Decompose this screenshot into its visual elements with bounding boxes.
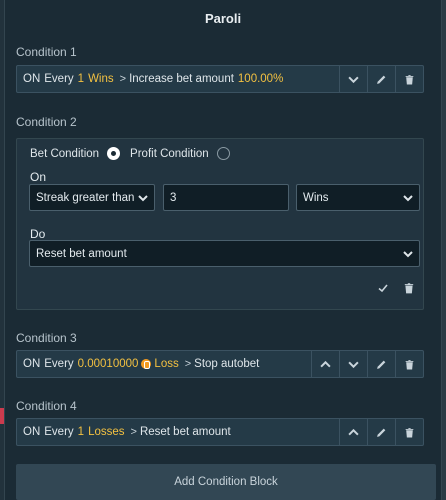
condition-4-bar[interactable]: ON Every 1 Losses > Reset bet amount [16,418,424,446]
on-trigger-select[interactable]: Streak greater than [29,184,155,211]
on-label: On [30,170,47,184]
condition-2-label: Condition 2 [16,115,77,129]
condition-4-summary: ON Every 1 Losses > Reset bet amount [17,426,339,438]
delete-button[interactable] [395,419,423,445]
trash-icon [405,359,414,369]
editor-actions [377,282,415,297]
condition-1-bar[interactable]: ON Every 1 Wins > Increase bet amount 10… [16,65,424,93]
bet-condition-radio[interactable] [107,147,121,160]
confirm-button[interactable] [377,282,389,297]
modal-title: Paroli [204,11,242,26]
chevron-right-icon: > [184,358,192,370]
move-down-button[interactable] [339,351,367,377]
count-text: 1 [77,426,85,438]
trash-icon [405,427,414,437]
on-text: ON [23,426,41,438]
paroli-modal: Paroli Condition 1 ON Every 1 Wins > Inc… [4,0,442,500]
condition-2-editor: Bet Condition Profit Condition On Streak… [16,138,424,310]
streak-count-value: 3 [170,191,177,204]
delete-button[interactable] [403,282,415,297]
check-icon [378,284,388,293]
add-condition-block-button[interactable]: Add Condition Block [16,464,436,500]
chevron-down-icon [348,361,359,368]
trash-icon [404,283,414,294]
pencil-icon [377,428,386,437]
condition-3-label: Condition 3 [16,331,77,345]
pencil-icon [377,75,386,84]
profit-condition-label: Profit Condition [130,147,209,160]
every-text: Every [44,73,74,85]
chevron-down-icon [348,76,359,83]
edit-button[interactable] [367,419,395,445]
on-trigger-value: Streak greater than [36,191,135,204]
condition-type-radios: Bet Condition Profit Condition [30,147,240,160]
collapse-button[interactable] [339,66,367,92]
do-label: Do [30,227,46,241]
move-up-button[interactable] [339,419,367,445]
chevron-up-icon [320,360,331,367]
condition-3-bar[interactable]: ON Every 0.00010000 Loss > Stop autobet [16,350,424,378]
every-text: Every [44,358,74,370]
action-text: Reset bet amount [139,426,231,438]
move-up-button[interactable] [311,351,339,377]
on-unit-value: Wins [303,191,329,204]
on-unit-select[interactable]: Wins [296,184,420,211]
action-text: Stop autobet [194,358,260,370]
edit-button[interactable] [367,66,395,92]
event-text: Wins [88,73,114,85]
do-action-value: Reset bet amount [36,247,127,260]
chevron-down-icon [403,250,413,257]
delete-button[interactable] [395,351,423,377]
condition-4-label: Condition 4 [16,399,77,413]
streak-count-input[interactable]: 3 [163,184,289,211]
on-text: ON [23,358,41,370]
do-action-select[interactable]: Reset bet amount [29,240,420,267]
amount-text: 100.00% [237,73,284,85]
chevron-up-icon [348,428,359,435]
chevron-right-icon: > [130,426,137,438]
chevron-down-icon [403,194,413,201]
count-text: 1 [77,73,85,85]
event-text: Losses [88,426,125,438]
edit-button[interactable] [367,351,395,377]
event-text: Loss [154,358,179,370]
action-text: Increase bet amount [129,73,234,85]
pencil-icon [377,360,386,369]
condition-1-label: Condition 1 [16,45,77,59]
condition-3-summary: ON Every 0.00010000 Loss > Stop autobet [17,358,311,370]
on-text: ON [23,73,41,85]
bet-condition-label: Bet Condition [30,147,100,160]
delete-button[interactable] [395,66,423,92]
condition-1-summary: ON Every 1 Wins > Increase bet amount 10… [17,73,339,85]
trash-icon [405,74,414,84]
every-text: Every [44,426,74,438]
profit-condition-radio[interactable] [216,147,230,160]
chevron-right-icon: > [119,73,127,85]
bitcoin-icon [141,359,152,369]
chevron-down-icon [138,194,148,201]
amount-text: 0.00010000 [77,358,139,370]
